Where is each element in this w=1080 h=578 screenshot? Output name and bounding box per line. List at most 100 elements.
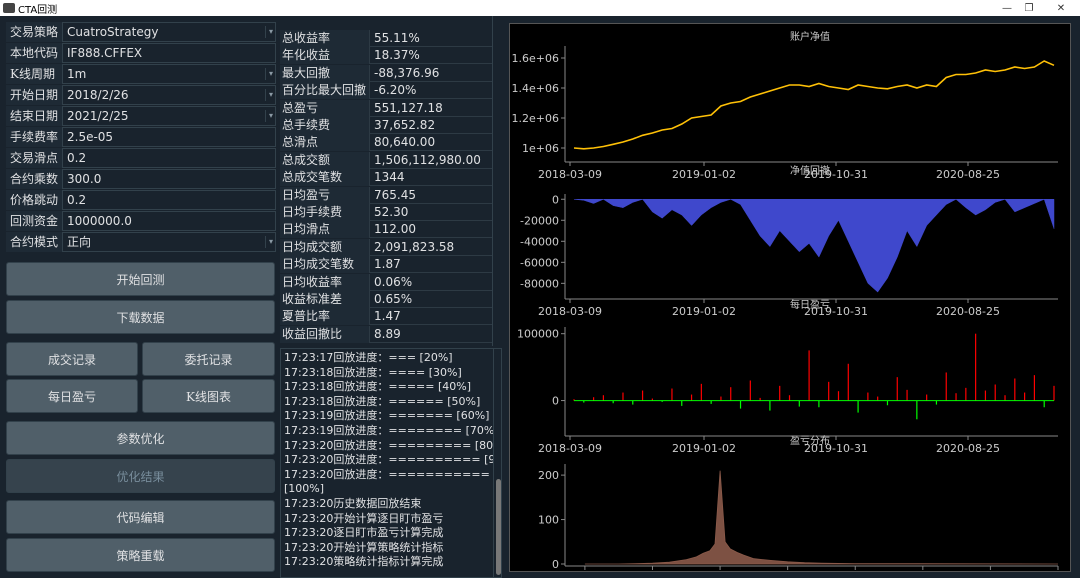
form-value: 1m — [67, 67, 87, 81]
order-records-button[interactable]: 委托记录 — [142, 342, 275, 376]
chevron-down-icon[interactable]: ▾ — [269, 65, 273, 83]
form-row: 开始日期 2018/2/26 ▾ — [6, 85, 276, 105]
form-label: 回测资金 — [6, 211, 62, 231]
form-value: 2.5e-05 — [67, 130, 114, 144]
distribution-area — [584, 470, 1059, 565]
close-icon[interactable]: ✕ — [1046, 0, 1076, 16]
trade-records-button[interactable]: 成交记录 — [6, 342, 138, 376]
form-input[interactable]: 0.2 — [62, 190, 276, 210]
log-line: 17:23:20回放进度：========= [80%] — [284, 438, 502, 452]
stat-key: 日均成交笔数 — [280, 256, 370, 274]
stat-key: 收益回撤比 — [280, 325, 370, 343]
x-tick-label: 2018-03-09 — [538, 442, 602, 455]
stat-value: 1,506,112,980.00 — [374, 152, 481, 167]
form-label: 价格跳动 — [6, 190, 62, 210]
y-tick-label: 1e+06 — [522, 142, 559, 155]
form-label: 本地代码 — [6, 43, 62, 63]
stat-value: 0.65% — [374, 292, 413, 306]
chart-title: 账户净值 — [790, 30, 830, 43]
x-tick-label: 2018-03-09 — [538, 305, 602, 318]
form-label: 交易策略 — [6, 22, 62, 42]
form-value: 2021/2/25 — [67, 109, 129, 123]
stat-row: 总成交笔数 1344 — [280, 169, 492, 187]
stat-key: 日均盈亏 — [280, 186, 370, 204]
kline-chart-button[interactable]: K线图表 — [142, 379, 275, 413]
stat-row: 总收益率 55.11% — [280, 30, 492, 47]
stat-key: 年化收益 — [280, 47, 370, 65]
stat-value: 55.11% — [374, 31, 420, 45]
log-scrollbar-thumb[interactable] — [496, 479, 501, 575]
y-tick-label: 200 — [538, 469, 559, 482]
form-row: 交易滑点 0.2 — [6, 148, 276, 168]
chart-title: 每日盈亏 — [790, 298, 830, 311]
chart-title: 净值回撤 — [790, 164, 830, 177]
stat-row: 日均手续费 52.30 — [280, 204, 492, 221]
stat-row: 总成交额 1,506,112,980.00 — [280, 151, 492, 169]
stat-key: 总收益率 — [280, 30, 370, 47]
log-line: 17:23:20回放进度：========== [90%] — [284, 453, 502, 467]
stat-value: 112.00 — [374, 222, 416, 237]
log-line: 17:23:17回放进度：=== [20%] — [284, 351, 453, 364]
log-line: 17:23:18回放进度：===== [40%] — [284, 380, 472, 394]
stat-row: 日均成交笔数 1.87 — [280, 256, 492, 274]
form-row: 价格跳动 0.2 — [6, 190, 276, 210]
stat-key: 总盈亏 — [280, 99, 370, 117]
drawdown-area — [573, 198, 1055, 293]
form-input[interactable]: 2.5e-05 — [62, 127, 276, 147]
form-label: 交易滑点 — [6, 148, 62, 168]
code-edit-button[interactable]: 代码编辑 — [6, 500, 275, 534]
stat-value: -88,376.96 — [374, 65, 440, 80]
form-input[interactable]: 0.2 — [62, 148, 276, 168]
backtest-window: 交易策略 CuatroStrategy ▾ 本地代码 IF888.CFFEX K线周期 1m… — [0, 16, 1080, 578]
log-panel: 17:23:17回放进度：=== [20%] 17:23:18回放进度：==== … — [280, 348, 502, 578]
param-optimize-button[interactable]: 参数优化 — [6, 421, 275, 455]
x-tick-label: 2020-08-25 — [936, 168, 1000, 181]
y-tick-label: 1.4e+06 — [512, 82, 559, 95]
log-scrollbar[interactable] — [493, 349, 501, 577]
form-input[interactable]: 1000000.0 — [62, 211, 276, 231]
form-label: 手续费率 — [6, 127, 62, 147]
download-data-button[interactable]: 下载数据 — [6, 300, 275, 334]
form-row: K线周期 1m ▾ — [6, 64, 276, 84]
form-combo[interactable]: 1m ▾ — [62, 64, 276, 84]
form-row: 回测资金 1000000.0 — [6, 211, 276, 231]
charts-panel: 账户净值 1e+06 1.2e+06 1.4e+06 1.6e+06 2018-03-09… — [509, 23, 1079, 578]
optimize-result-button[interactable]: 优化结果 — [6, 459, 275, 493]
chevron-down-icon[interactable]: ▾ — [269, 86, 273, 104]
chevron-down-icon[interactable]: ▾ — [269, 233, 273, 251]
maximize-icon[interactable]: ❐ — [1014, 0, 1044, 16]
form-label: K线周期 — [6, 64, 62, 84]
log-line: 17:23:20开始计算策略统计指标 — [284, 540, 444, 554]
chevron-down-icon[interactable]: ▾ — [269, 107, 273, 125]
form-combo[interactable]: 正向 ▾ — [62, 232, 276, 252]
log-line: 17:23:18回放进度：==== [30%] — [284, 365, 462, 379]
stat-row: 总手续费 37,652.82 — [280, 117, 492, 134]
stat-row: 收益回撤比 8.89 — [280, 325, 492, 343]
form-input[interactable]: 300.0 — [62, 169, 276, 189]
y-tick-label: -60000 — [520, 256, 559, 269]
stat-key: 总手续费 — [280, 117, 370, 134]
form-date-field[interactable]: 2021/2/25 ▾ — [62, 106, 276, 126]
stat-key: 夏普比率 — [280, 308, 370, 326]
chevron-down-icon[interactable]: ▾ — [269, 23, 273, 41]
form-row: 合约乘数 300.0 — [6, 169, 276, 189]
form-input[interactable]: IF888.CFFEX — [62, 43, 276, 63]
stats-scrollbar[interactable] — [492, 16, 494, 346]
stat-value: 1.87 — [374, 257, 401, 272]
log-line: [100%] — [284, 482, 325, 496]
form-value: CuatroStrategy — [67, 25, 159, 39]
x-tick-label: 2018-03-09 — [538, 168, 602, 181]
form-value: 1000000.0 — [67, 214, 132, 228]
stat-row: 日均成交额 2,091,823.58 — [280, 238, 492, 256]
strategy-reload-button[interactable]: 策略重载 — [6, 538, 275, 572]
form-date-field[interactable]: 2018/2/26 ▾ — [62, 85, 276, 105]
form-row: 本地代码 IF888.CFFEX — [6, 43, 276, 63]
stat-value: 37,652.82 — [374, 118, 436, 132]
log-line: 17:23:19回放进度：======== [70%] — [284, 424, 499, 437]
form-row: 结束日期 2021/2/25 ▾ — [6, 106, 276, 126]
start-backtest-button[interactable]: 开始回测 — [6, 262, 275, 296]
form-combo[interactable]: CuatroStrategy ▾ — [62, 22, 276, 42]
daily-pnl-button[interactable]: 每日盈亏 — [6, 379, 138, 413]
app-icon — [3, 3, 15, 13]
x-tick-label: 2019-01-02 — [672, 442, 736, 455]
